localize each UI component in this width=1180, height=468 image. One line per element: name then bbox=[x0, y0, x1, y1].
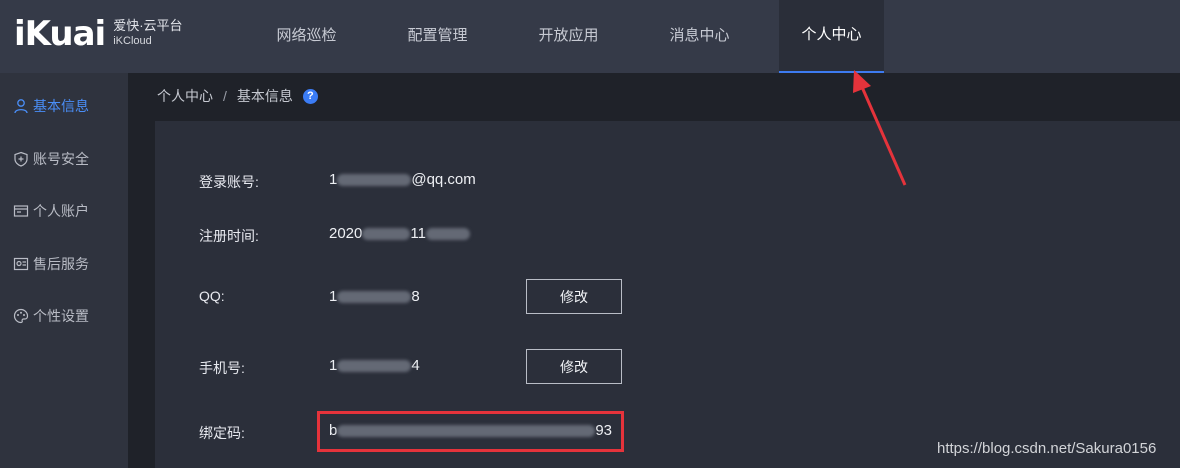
register-time-label: 注册时间: bbox=[199, 228, 259, 244]
sidebar-item-label: 售后服务 bbox=[33, 256, 89, 272]
annotation-highlight-box bbox=[317, 411, 624, 452]
palette-icon bbox=[13, 308, 29, 324]
register-time-value: 2020 11 bbox=[329, 225, 470, 242]
sidebar-item-account-security[interactable]: 账号安全 bbox=[13, 144, 89, 174]
redacted-mask bbox=[362, 228, 411, 241]
qq-value-suffix: 8 bbox=[411, 288, 420, 305]
nav-config-management[interactable]: 配置管理 bbox=[372, 0, 503, 73]
sidebar: 基本信息 账号安全 个人账户 售后服务 个性设置 bbox=[0, 73, 128, 468]
redacted-mask bbox=[337, 291, 412, 304]
nav-network-inspection[interactable]: 网络巡检 bbox=[241, 0, 372, 73]
breadcrumb-parent[interactable]: 个人中心 bbox=[157, 86, 213, 106]
nav-message-center[interactable]: 消息中心 bbox=[634, 0, 765, 73]
edit-phone-button[interactable]: 修改 bbox=[526, 349, 622, 384]
bind-code-label: 绑定码: bbox=[199, 425, 245, 441]
sidebar-item-personalization[interactable]: 个性设置 bbox=[13, 301, 89, 331]
logo-text: 爱快·云平台 iKCloud bbox=[113, 14, 182, 48]
login-account-value: 1 @qq.com bbox=[329, 171, 476, 188]
redacted-mask bbox=[337, 360, 412, 373]
brand-name-en: iKCloud bbox=[113, 35, 152, 47]
sidebar-item-label: 个人账户 bbox=[33, 203, 89, 219]
phone-value: 14 bbox=[329, 357, 420, 374]
login-account-label: 登录账号: bbox=[199, 174, 259, 190]
login-account-value-suffix: @qq.com bbox=[411, 171, 476, 188]
top-navigation-bar: iKuai 爱快·云平台 iKCloud 网络巡检 配置管理 开放应用 消息中心… bbox=[0, 0, 1180, 73]
phone-label: 手机号: bbox=[199, 360, 245, 376]
sidebar-item-label: 账号安全 bbox=[33, 151, 89, 167]
wallet-icon bbox=[13, 203, 29, 219]
sidebar-item-personal-account[interactable]: 个人账户 bbox=[13, 196, 89, 226]
logo-mark: iKuai bbox=[14, 14, 106, 54]
phone-value-prefix: 1 bbox=[329, 357, 338, 374]
watermark-text: https://blog.csdn.net/Sakura0156 bbox=[937, 440, 1157, 457]
brand-logo[interactable]: iKuai 爱快·云平台 iKCloud bbox=[14, 14, 183, 54]
qq-value: 18 bbox=[329, 288, 420, 305]
login-account-value-prefix: 1 bbox=[329, 171, 338, 188]
breadcrumb-current: 基本信息 bbox=[236, 88, 293, 104]
nav-personal-center[interactable]: 个人中心 bbox=[779, 0, 884, 73]
service-icon bbox=[13, 256, 29, 272]
help-icon[interactable]: ? bbox=[302, 88, 318, 104]
redacted-mask bbox=[425, 228, 470, 241]
edit-qq-button[interactable]: 修改 bbox=[526, 279, 622, 314]
breadcrumb: 个人中心 / 基本信息 ? bbox=[157, 86, 318, 106]
user-icon bbox=[13, 98, 29, 114]
brand-name-cn: 爱快·云平台 bbox=[113, 18, 183, 33]
main-nav: 网络巡检 配置管理 开放应用 消息中心 个人中心 bbox=[241, 0, 884, 73]
qq-value-prefix: 1 bbox=[329, 288, 338, 305]
sidebar-item-after-sales[interactable]: 售后服务 bbox=[13, 249, 89, 279]
redacted-mask bbox=[337, 174, 412, 187]
sidebar-item-label: 基本信息 bbox=[33, 98, 89, 114]
register-time-value-prefix: 2020 bbox=[329, 225, 363, 242]
register-time-value-mid: 11 bbox=[410, 225, 426, 242]
sidebar-item-basic-info[interactable]: 基本信息 bbox=[13, 91, 89, 121]
main-content: 个人中心 / 基本信息 ? 登录账号: 1 @qq.com 注册时间: 2020 1… bbox=[128, 73, 1180, 468]
sidebar-item-label: 个性设置 bbox=[33, 308, 89, 324]
qq-label: QQ: bbox=[199, 288, 225, 304]
basic-info-panel: 登录账号: 1 @qq.com 注册时间: 2020 11 QQ: 18 修改 手机… bbox=[155, 121, 1180, 468]
nav-open-apps[interactable]: 开放应用 bbox=[503, 0, 634, 73]
shield-plus-icon bbox=[13, 151, 29, 167]
breadcrumb-separator: / bbox=[223, 88, 227, 104]
phone-value-suffix: 4 bbox=[411, 357, 420, 374]
